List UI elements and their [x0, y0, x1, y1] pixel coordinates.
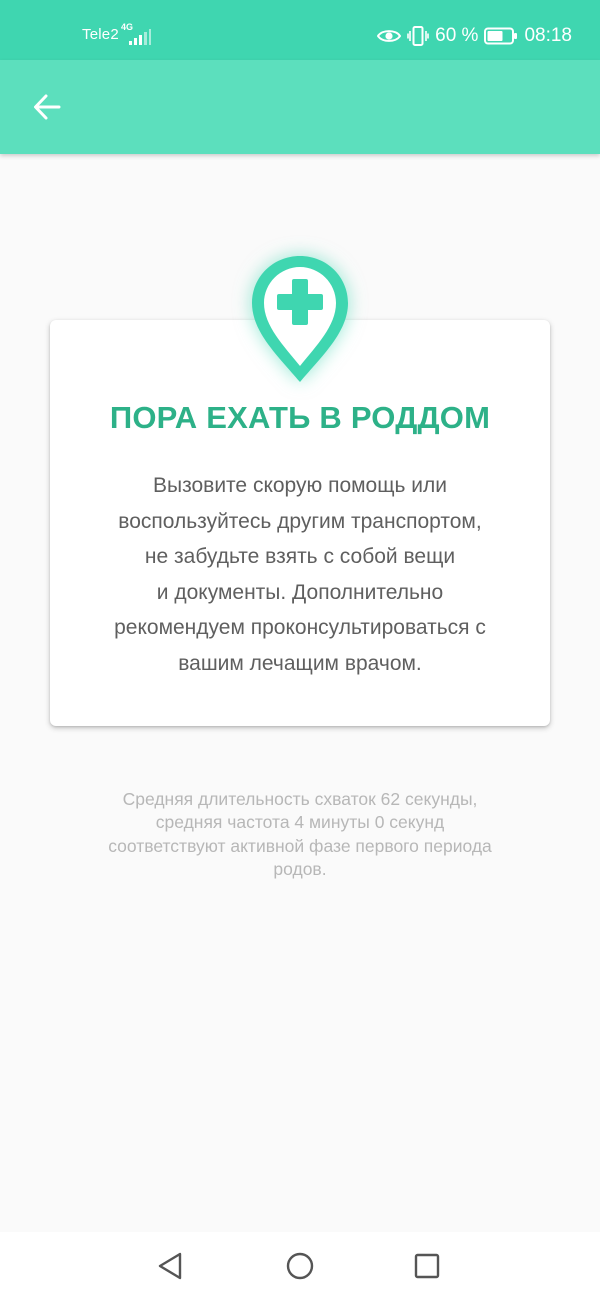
summary-line: соответствуют активной фазе первого пери…: [108, 835, 492, 856]
vibrate-icon: [407, 26, 429, 46]
system-nav-bar: [0, 1232, 600, 1299]
eye-icon: [377, 30, 402, 42]
card-message-line: рекомендуем проконсультироваться с: [114, 616, 486, 640]
signal-icon: [129, 29, 151, 45]
battery-percent: 60 %: [435, 25, 479, 46]
summary-line: Средняя длительность схваток 62 секунды,: [122, 789, 478, 809]
status-bar: Tele2 4G 60 % 08:18: [0, 0, 600, 60]
card-message-line: вашим лечащим врачом.: [178, 651, 422, 675]
arrow-left-icon: [34, 94, 61, 120]
contraction-summary: Средняя длительность схваток 62 секунды,…: [60, 788, 540, 882]
triangle-back-icon[interactable]: [153, 1250, 187, 1282]
card-title: ПОРА ЕХАТЬ В РОДДОМ: [109, 400, 491, 435]
card-message: Вызовите скорую помощь или воспользуйтес…: [80, 468, 520, 682]
back-button[interactable]: [24, 84, 70, 130]
square-recents-icon[interactable]: [410, 1250, 444, 1282]
medical-location-pin-icon: [252, 256, 348, 382]
app-bar: [0, 60, 600, 154]
card-message-line: и документы. Дополнительно: [156, 580, 444, 604]
card-message-line: Вызовите скорую помощь или: [152, 474, 448, 497]
summary-line: средняя частота 4 минуты 0 секунд: [155, 812, 445, 833]
summary-line: родов.: [273, 859, 327, 880]
card-message-line: не забудьте взять с собой вещи: [144, 545, 456, 569]
clock: 08:18: [524, 25, 572, 46]
status-right: 60 % 08:18: [377, 24, 572, 48]
card-message-line: воспользуйтесь другим транспортом,: [118, 509, 482, 533]
circle-home-icon[interactable]: [283, 1250, 317, 1282]
screen: Tele2 4G 60 % 08:18 ПОРА ЕХАТЬ В РОДДОМ …: [0, 0, 600, 1299]
battery-icon: [484, 27, 518, 45]
carrier-name: Tele2: [82, 26, 119, 43]
